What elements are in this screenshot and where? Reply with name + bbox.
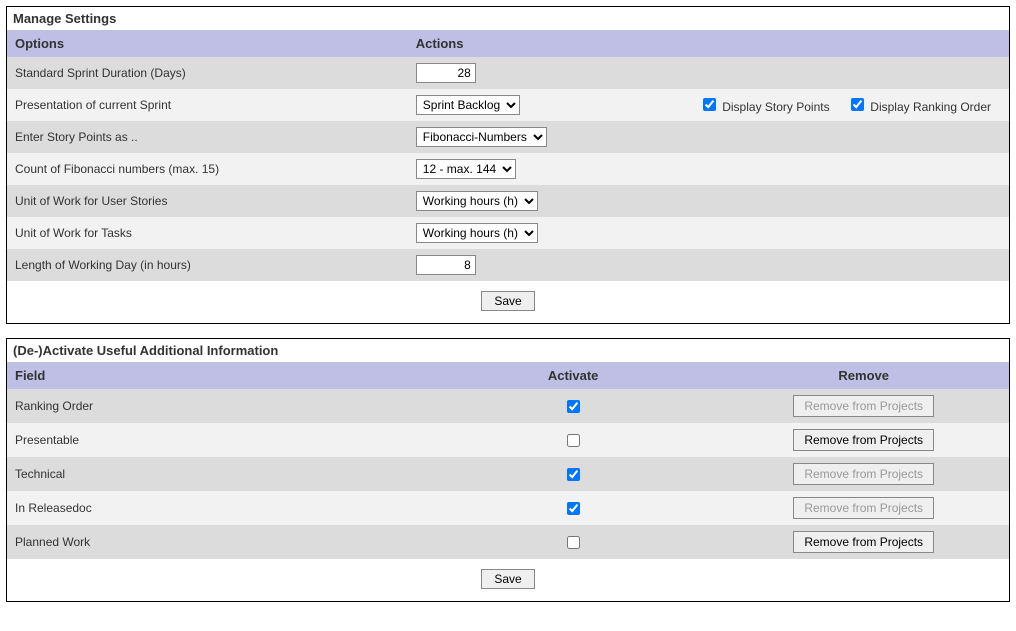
label-unit-user-stories: Unit of Work for User Stories <box>7 185 408 217</box>
select-unit-user-stories[interactable]: Working hours (h) <box>416 191 538 211</box>
label-presentation: Presentation of current Sprint <box>7 89 408 121</box>
save-button-additional-info[interactable]: Save <box>481 569 534 589</box>
additional-info-table: Field Activate Remove Ranking Order Remov… <box>7 362 1009 559</box>
select-presentation[interactable]: Sprint Backlog <box>416 95 520 115</box>
field-label: Ranking Order <box>7 389 428 423</box>
label-display-ranking-order: Display Ranking Order <box>870 100 991 114</box>
header-activate: Activate <box>428 362 719 389</box>
header-field: Field <box>7 362 428 389</box>
activate-checkbox[interactable] <box>567 434 580 447</box>
manage-settings-panel: Manage Settings Options Actions Standard… <box>6 6 1010 324</box>
checkbox-display-story-points[interactable] <box>703 98 716 111</box>
remove-from-projects-button: Remove from Projects <box>793 463 934 485</box>
manage-settings-title: Manage Settings <box>7 7 1009 30</box>
table-row: Ranking Order Remove from Projects <box>7 389 1009 423</box>
field-label: In Releasedoc <box>7 491 428 525</box>
label-unit-tasks: Unit of Work for Tasks <box>7 217 408 249</box>
header-remove: Remove <box>718 362 1009 389</box>
activate-checkbox[interactable] <box>567 536 580 549</box>
remove-from-projects-button: Remove from Projects <box>793 497 934 519</box>
label-working-day-length: Length of Working Day (in hours) <box>7 249 408 281</box>
remove-from-projects-button: Remove from Projects <box>793 395 934 417</box>
label-fib-count: Count of Fibonacci numbers (max. 15) <box>7 153 408 185</box>
table-row: Presentable Remove from Projects <box>7 423 1009 457</box>
select-story-points-as[interactable]: Fibonacci-Numbers <box>416 127 547 147</box>
table-row: Planned Work Remove from Projects <box>7 525 1009 559</box>
select-unit-tasks[interactable]: Working hours (h) <box>416 223 538 243</box>
field-label: Presentable <box>7 423 428 457</box>
label-display-story-points: Display Story Points <box>722 100 829 114</box>
input-sprint-duration[interactable] <box>416 63 476 83</box>
header-options: Options <box>7 30 408 57</box>
table-row: Technical Remove from Projects <box>7 457 1009 491</box>
display-ranking-order-wrap: Display Ranking Order <box>847 100 991 114</box>
header-actions: Actions <box>408 30 1009 57</box>
select-fib-count[interactable]: 12 - max. 144 <box>416 159 516 179</box>
remove-from-projects-button[interactable]: Remove from Projects <box>793 429 934 451</box>
label-story-points-as: Enter Story Points as .. <box>7 121 408 153</box>
activate-checkbox[interactable] <box>567 502 580 515</box>
table-row: In Releasedoc Remove from Projects <box>7 491 1009 525</box>
field-label: Technical <box>7 457 428 491</box>
activate-checkbox[interactable] <box>567 400 580 413</box>
label-sprint-duration: Standard Sprint Duration (Days) <box>7 57 408 89</box>
remove-from-projects-button[interactable]: Remove from Projects <box>793 531 934 553</box>
save-button-settings[interactable]: Save <box>481 291 534 311</box>
field-label: Planned Work <box>7 525 428 559</box>
additional-info-panel: (De-)Activate Useful Additional Informat… <box>6 338 1010 602</box>
additional-info-title: (De-)Activate Useful Additional Informat… <box>7 339 1009 362</box>
checkbox-display-ranking-order[interactable] <box>851 98 864 111</box>
display-story-points-wrap: Display Story Points <box>699 100 833 114</box>
activate-checkbox[interactable] <box>567 468 580 481</box>
input-working-day-length[interactable] <box>416 255 476 275</box>
settings-table: Options Actions Standard Sprint Duration… <box>7 30 1009 281</box>
